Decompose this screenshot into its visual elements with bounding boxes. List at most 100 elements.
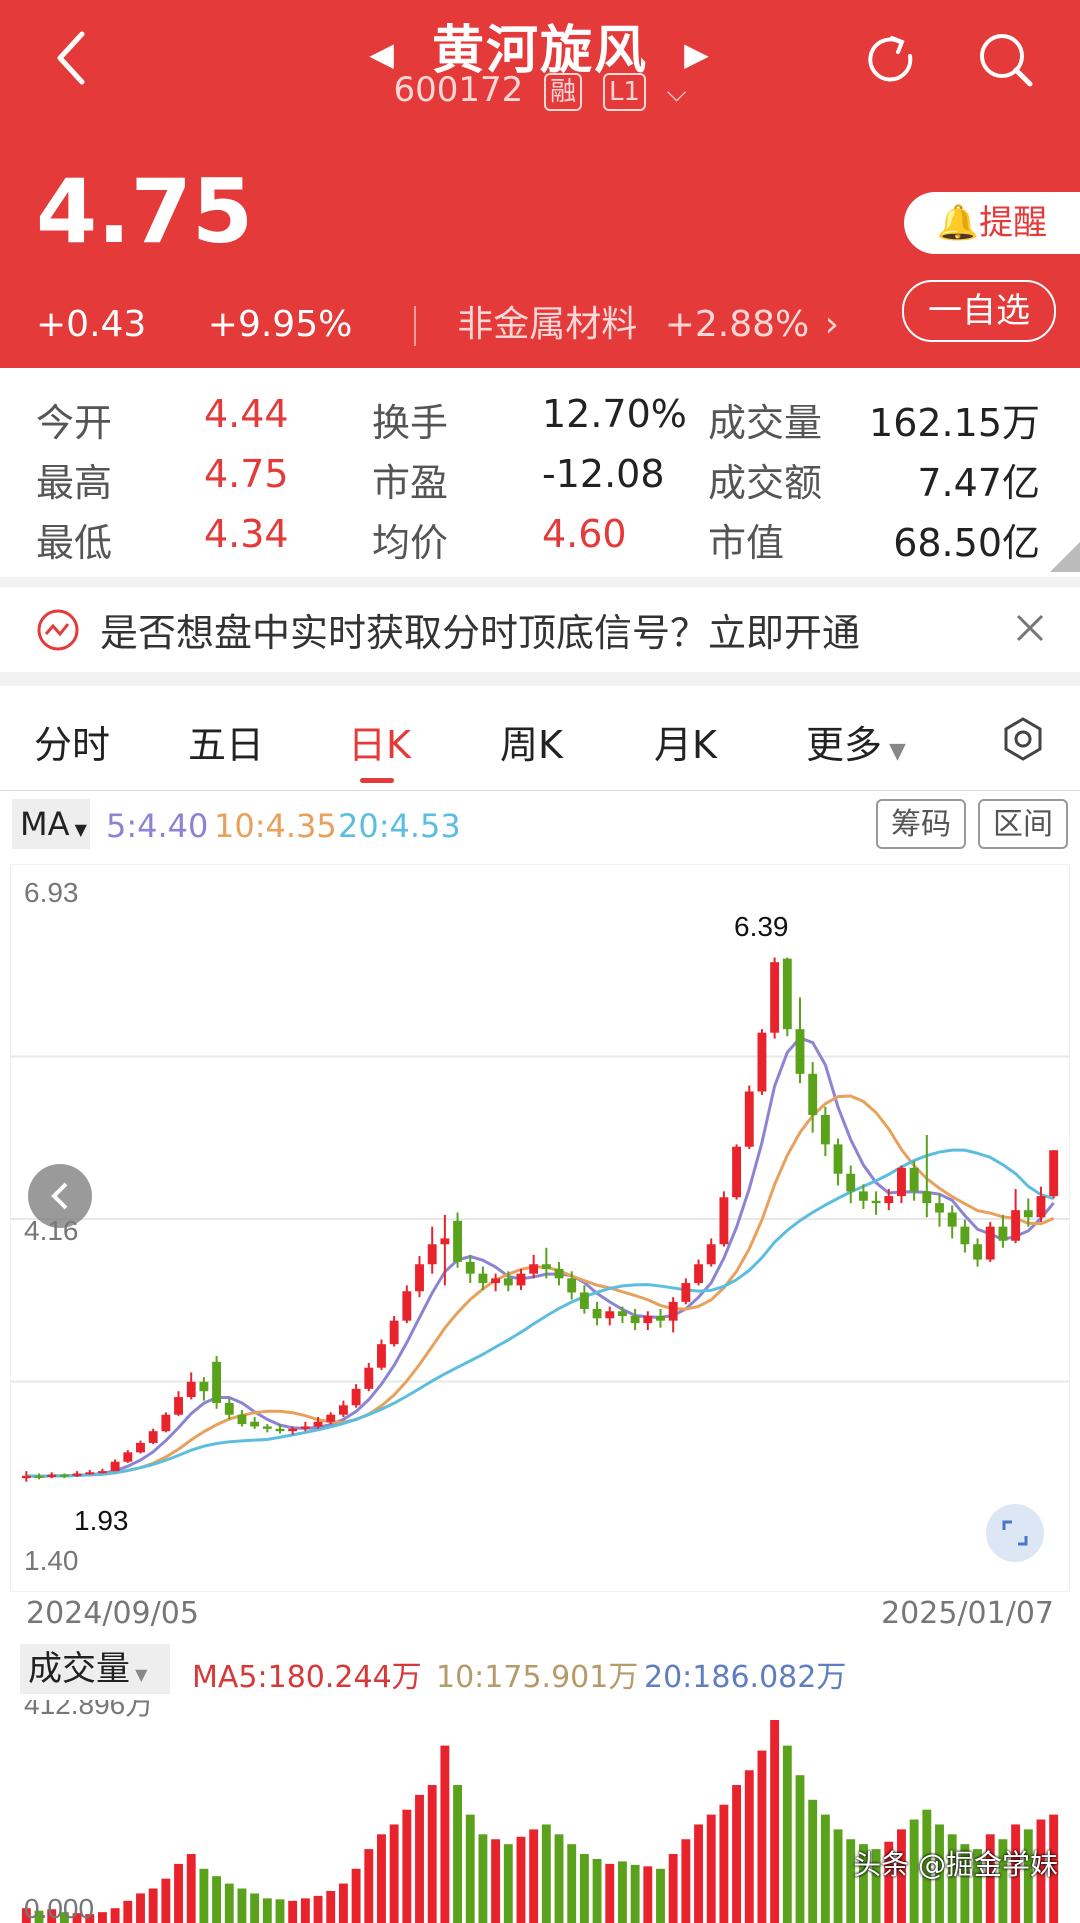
search-icon[interactable] [976, 30, 1036, 90]
tab-intraday[interactable]: 分时 [34, 714, 110, 769]
sector-pct[interactable]: +2.88% [665, 304, 810, 345]
candle-body [643, 1315, 653, 1324]
volume-bar [782, 1745, 792, 1923]
candle-body [389, 1320, 399, 1345]
volume-bar [744, 1770, 754, 1923]
remind-button[interactable]: 🔔提醒 [904, 192, 1080, 254]
fullscreen-button[interactable] [986, 1504, 1044, 1562]
candle-body [402, 1291, 412, 1321]
change-row: +0.43 +9.95% 非金属材料 +2.88% › [36, 295, 889, 347]
ma-selector[interactable]: MA ▼ [12, 799, 90, 849]
volume-bar [770, 1720, 780, 1923]
candle-body [1036, 1196, 1046, 1218]
stat-value: 12.70% [542, 392, 687, 436]
volume-bar [681, 1839, 691, 1923]
candle-body [897, 1167, 906, 1197]
candle-body [808, 1073, 818, 1115]
volume-chart[interactable]: 412.896万 0.000 [10, 1700, 1070, 1923]
volume-bar [288, 1900, 298, 1923]
candle-body [288, 1428, 298, 1432]
volume-bar [250, 1893, 260, 1923]
candle-body [871, 1200, 881, 1204]
volume-bar [808, 1799, 818, 1923]
remind-label: 提醒 [979, 203, 1048, 243]
stat-value: 4.34 [204, 512, 289, 556]
candle-body [47, 1474, 57, 1478]
chips-button[interactable]: 筹码 [876, 799, 966, 849]
volume-bar [275, 1899, 285, 1923]
volume-bar [186, 1854, 196, 1923]
volume-bar [377, 1834, 386, 1923]
volume-legend: 成交量 ▼ MA5:180.244万 10:175.901万 20:186.08… [0, 1640, 1080, 1700]
volume-bar [579, 1854, 589, 1923]
candle-body [275, 1428, 285, 1432]
candle-body [491, 1278, 501, 1284]
candle-body [884, 1196, 894, 1204]
tab-daily-k[interactable]: 日K [348, 714, 411, 769]
volume-bar [338, 1883, 348, 1923]
price-change: +0.43 [36, 304, 147, 345]
volume-bar [237, 1888, 247, 1923]
tab-more[interactable]: 更多 ▼ [806, 714, 906, 769]
prev-stock-icon[interactable]: ◀ [369, 35, 396, 73]
settings-icon[interactable] [1000, 716, 1046, 762]
chevron-right-icon[interactable]: › [825, 304, 839, 345]
volume-bar [732, 1785, 742, 1923]
stat-value: 4.75 [204, 452, 289, 496]
volume-selector[interactable]: 成交量 ▼ [20, 1644, 170, 1694]
candle-body [465, 1261, 475, 1274]
stat-label: 市盈 [372, 461, 449, 505]
candle-body [237, 1414, 247, 1425]
volume-bar [415, 1794, 424, 1923]
candle-body [453, 1220, 462, 1262]
candle-body [618, 1311, 627, 1316]
chart-scroll-left-button[interactable] [28, 1164, 92, 1228]
stat-label: 最高 [36, 461, 113, 505]
volume-bar [820, 1814, 830, 1923]
volume-bar [123, 1900, 133, 1923]
vol-ma10: 10:175.901万 [436, 1660, 639, 1695]
candle-body [694, 1264, 703, 1284]
volume-bar [389, 1824, 399, 1923]
tab-monthly-k[interactable]: 月K [654, 714, 717, 769]
candle-body [846, 1173, 856, 1192]
volume-bar [592, 1858, 602, 1923]
expand-stats-icon[interactable] [1050, 542, 1080, 572]
sector-name[interactable]: 非金属材料 [457, 304, 637, 345]
volume-bar [694, 1824, 703, 1923]
close-icon[interactable] [1014, 612, 1046, 644]
chevron-left-icon [51, 1182, 68, 1210]
refresh-icon[interactable] [862, 30, 922, 90]
candle-body [795, 1029, 805, 1074]
volume-bar [706, 1814, 716, 1923]
chevron-down-icon[interactable]: ⌵ [667, 78, 687, 108]
candle-body [364, 1367, 374, 1389]
candle-body [415, 1264, 424, 1292]
candle-body [541, 1264, 551, 1269]
volume-label: 成交量 [28, 1649, 130, 1689]
tab-more-label: 更多 [806, 723, 883, 767]
tab-weekly-k[interactable]: 周K [500, 714, 563, 769]
volume-bar [630, 1864, 640, 1923]
next-stock-icon[interactable]: ▶ [684, 35, 711, 73]
candle-body [605, 1311, 615, 1319]
candle-body [148, 1431, 158, 1443]
volume-bar [516, 1836, 526, 1923]
add-watchlist-button[interactable]: 一自选 [902, 280, 1056, 342]
candle-body [478, 1273, 488, 1284]
candle-body [567, 1278, 577, 1293]
caret-down-icon: ▼ [882, 739, 906, 764]
volume-bar [174, 1863, 183, 1923]
volume-bar [656, 1868, 665, 1923]
vol-ma5: MA5:180.244万 [192, 1660, 422, 1695]
candlestick-chart[interactable]: 6.93 4.16 1.40 6.39 1.93 [10, 864, 1070, 1592]
stat-label: 市值 [708, 521, 785, 565]
tab-five-day[interactable]: 五日 [188, 714, 264, 769]
candle-body [72, 1473, 82, 1476]
volume-bar [364, 1849, 374, 1923]
stat-label: 换手 [372, 401, 449, 445]
signal-notice[interactable]: 是否想盘中实时获取分时顶底信号？立即开通 [0, 590, 1080, 670]
range-button[interactable]: 区间 [978, 799, 1068, 849]
candle-body [935, 1203, 944, 1213]
chart-tabs: 分时 五日 日K 周K 月K 更多 ▼ [0, 688, 1080, 791]
